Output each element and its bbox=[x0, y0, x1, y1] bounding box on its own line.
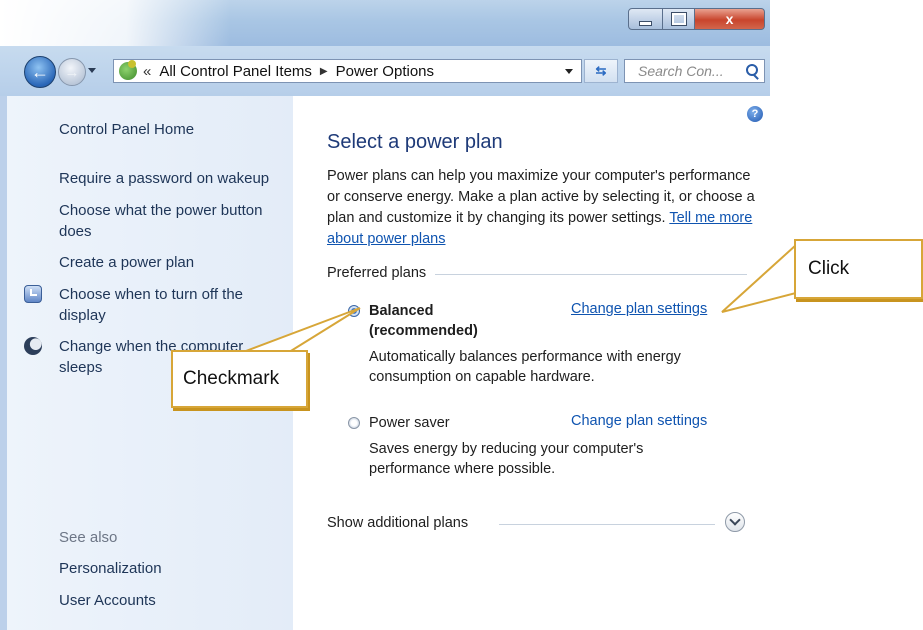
checkmark-callout: Checkmark bbox=[171, 350, 308, 408]
click-callout: Click bbox=[794, 239, 923, 299]
click-callout-label: Click bbox=[808, 258, 850, 279]
checkmark-callout-pointer bbox=[237, 307, 361, 355]
callout-pointers bbox=[237, 242, 797, 355]
checkmark-callout-label: Checkmark bbox=[183, 368, 280, 389]
click-callout-pointer bbox=[721, 242, 797, 313]
